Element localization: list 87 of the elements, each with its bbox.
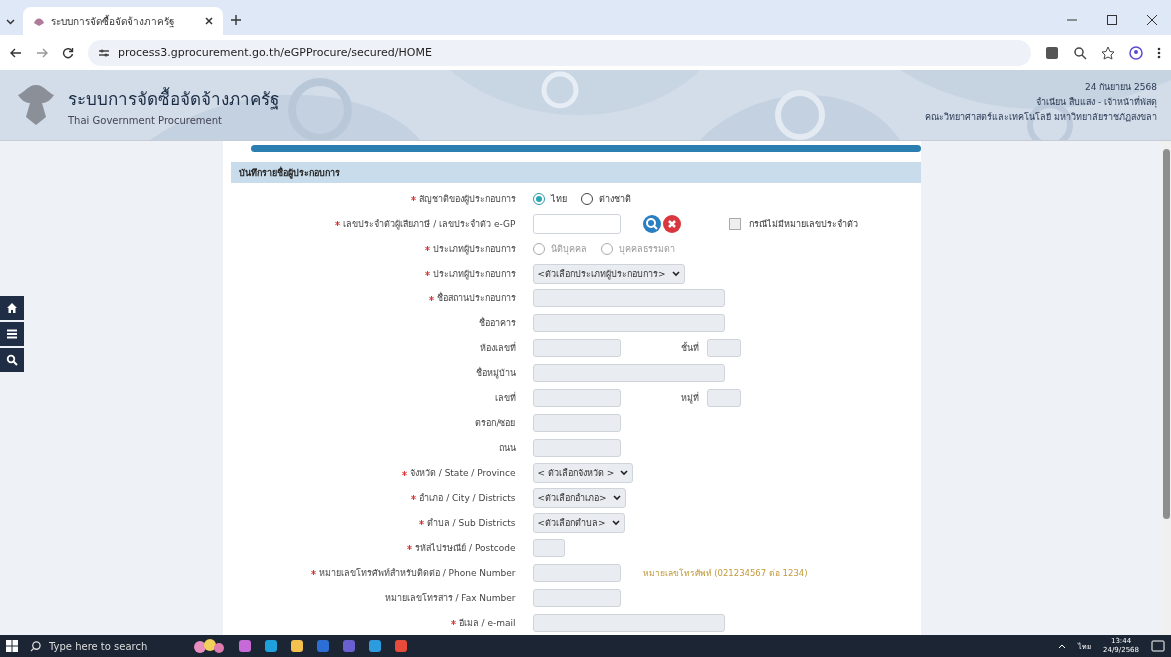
search-button[interactable] [0,348,24,372]
scrollbar[interactable] [1162,141,1171,635]
field-label: ชื่ออาคาร [478,316,516,331]
radio-option[interactable]: ไทย [532,191,567,206]
chevron-up-icon[interactable] [1058,643,1067,649]
chevron-down-icon[interactable] [6,19,15,25]
field-label: อำเภอ / City / Districts [419,491,516,505]
text-field[interactable] [706,389,741,408]
organization-name: คณะวิทยาศาสตร์และเทคโนโลยี มหาวิทยาลัยราชภัฏสงขลา [925,111,1157,124]
text-field[interactable] [532,588,621,607]
text-field[interactable] [706,339,741,358]
app-icon[interactable] [238,639,252,653]
field-label: อีเมล / e-mail [458,616,516,630]
form-title: บันทึกรายชื่อผู้ประกอบการ [230,161,921,184]
star-icon[interactable] [1101,45,1115,60]
site-subtitle: Thai Government Procurement [68,114,223,126]
radio-option[interactable]: ต่างชาติ [580,191,631,206]
search-icon [30,640,41,652]
field-label: เลขประจำตัวผู้เสียภาษี / เลขประจำตัว e-GP [343,217,516,231]
text-field[interactable] [532,613,725,632]
home-icon [6,302,18,314]
field-label: จังหวัด / State / Province [409,467,516,481]
caret-icon [620,470,629,477]
field-label: ประเภทผู้ประกอบการ [432,242,516,256]
app-icon[interactable] [264,639,278,653]
text-field[interactable] [532,439,621,458]
site-title: ระบบการจัดซื้อจัดจ้างภาครัฐ [68,86,279,112]
caret-icon [611,519,620,526]
tax-id-field[interactable] [532,213,621,234]
profile-icon[interactable] [1129,45,1143,60]
text-field[interactable] [532,289,725,308]
field-label: ห้องเลขที่ [479,341,516,356]
field-label: หมายเลขโทรศัพท์สำหรับติดต่อ / Phone Number [318,566,516,580]
text-field[interactable] [532,339,621,358]
search-icon[interactable] [642,214,661,233]
clear-icon[interactable] [662,214,681,233]
menu-button[interactable] [0,322,24,346]
field-label: ชื่อหมู่บ้าน [475,366,516,381]
field-label: รหัสไปรษณีย์ / Postcode [415,541,516,555]
text-field[interactable] [532,563,621,582]
text-field[interactable] [532,538,565,557]
user-name: จำเนียน สืบแสง - เจ้าหน้าที่พัสดุ [1036,95,1157,109]
app-icon[interactable] [394,639,408,653]
text-field[interactable] [532,414,621,433]
field-label: ตำบล / Sub Districts [426,516,516,530]
menu-icon [6,328,18,340]
dropdown[interactable]: <ตัวเลือกประเภทผู้ประกอบการ> [532,263,685,284]
text-field[interactable] [532,389,621,408]
flower-icon[interactable] [192,637,226,655]
close-icon[interactable] [1147,15,1157,25]
site-settings-icon[interactable] [98,47,110,58]
field-label: ตรอก/ซอย [475,417,516,431]
menu-icon[interactable] [1157,46,1161,59]
hint-text: หมายเลขโทรศัพท์ (021234567 ต่อ 1234) [642,566,808,580]
checkbox[interactable] [728,217,741,230]
maximize-icon[interactable] [1107,15,1117,25]
field-label: ชื่อสถานประกอบการ [436,291,516,306]
app-icon[interactable] [290,639,304,653]
field-label: สัญชาติของผู้ประกอบการ [418,192,516,206]
text-field[interactable] [532,364,725,383]
reload-icon[interactable] [62,46,74,59]
dropdown[interactable]: < ตัวเลือกจังหวัด > [532,463,634,484]
field-label: หมายเลขโทรสาร / Fax Number [384,591,516,605]
back-icon[interactable] [10,47,22,58]
date-text: 24 กันยายน 2568 [1084,81,1157,94]
text-field[interactable] [532,314,725,333]
windows-icon[interactable] [6,640,18,652]
address-bar[interactable]: process3.gprocurement.go.th/eGPProcure/secured/HOME [88,39,1031,66]
field-label: เลขที่ [494,391,516,406]
field-label: ชั้นที่ [679,341,699,356]
forward-icon[interactable] [36,47,48,58]
field-label: ประเภทผู้ประกอบการ [432,267,516,281]
close-icon[interactable] [205,17,213,25]
caret-icon [612,494,621,501]
taskbar-search[interactable]: Type here to search [30,640,180,652]
caret-icon [671,270,680,277]
checkbox-label: กรณีไม่มีหมายเลขประจำตัว [748,217,858,231]
field-label: หมู่ที่ [679,391,699,406]
dropdown[interactable]: <ตัวเลือกตำบล> [532,512,625,533]
home-button[interactable] [0,296,24,320]
search-icon [6,354,18,366]
zoom-icon[interactable] [1073,45,1087,60]
field-label: ถนน [498,442,516,456]
plus-icon[interactable] [231,15,241,25]
app-icon[interactable] [368,639,382,653]
dropdown[interactable]: <ตัวเลือกอำเภอ> [532,487,626,508]
browser-tab[interactable]: ระบบการจัดซื้อจัดจ้างภาครัฐ [23,7,223,35]
